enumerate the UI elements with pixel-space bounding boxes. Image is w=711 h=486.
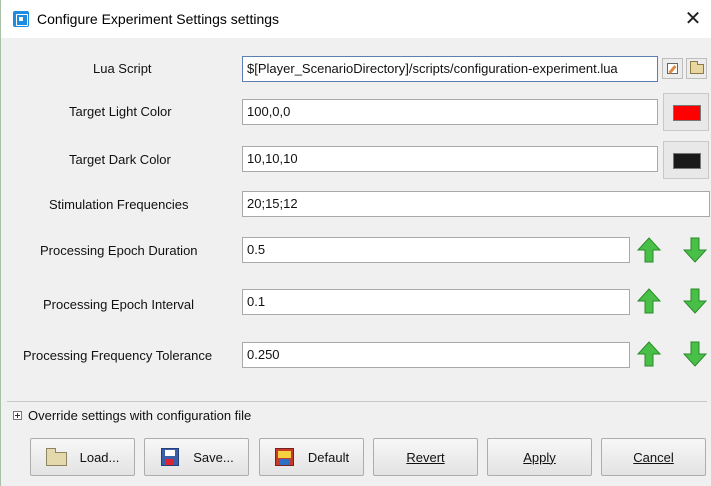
revert-button[interactable]: Revert [373,438,478,476]
target-light-color-label: Target Light Color [69,104,172,119]
divider [7,401,707,402]
increase-arrow-icon[interactable] [637,341,661,367]
load-button[interactable]: Load... [30,438,135,476]
revert-button-label: Revert [406,449,445,465]
lua-script-edit-button[interactable] [662,58,683,79]
save-button[interactable]: Save... [144,438,249,476]
target-light-color-input[interactable]: 100,0,0 [242,99,658,125]
increase-arrow-icon[interactable] [637,237,661,263]
override-settings-label: Override settings with configuration fil… [28,408,252,423]
target-light-color-picker-button[interactable] [663,93,709,131]
cancel-button-label: Cancel [633,449,674,465]
expand-plus-icon[interactable] [13,411,22,421]
apply-button[interactable]: Apply [487,438,592,476]
folder-icon [45,447,68,467]
edit-icon [667,63,678,74]
target-dark-color-picker-button[interactable] [663,141,709,179]
dialog-title: Configure Experiment Settings settings [37,11,280,27]
processing-epoch-duration-label: Processing Epoch Duration [40,243,198,258]
load-button-label: Load... [79,449,120,465]
lua-script-input[interactable]: $[Player_ScenarioDirectory]/scripts/conf… [242,56,658,82]
save-button-label: Save... [193,449,234,465]
lua-script-label: Lua Script [93,61,152,76]
processing-frequency-tolerance-input[interactable]: 0.250 [242,342,630,368]
folder-icon [690,61,704,74]
app-window-icon [13,11,29,27]
processing-epoch-interval-input[interactable]: 0.1 [242,289,630,315]
apply-button-label: Apply [523,449,556,465]
processing-epoch-interval-label: Processing Epoch Interval [43,297,195,312]
lua-script-browse-button[interactable] [686,58,707,79]
dark-color-swatch [673,153,701,169]
cancel-button[interactable]: Cancel [601,438,706,476]
processing-frequency-tolerance-label: Processing Frequency Tolerance [23,348,213,363]
override-settings-expander[interactable]: Override settings with configuration fil… [13,408,251,423]
title-bar: Configure Experiment Settings settings ✕ [1,0,711,38]
default-button-label: Default [307,449,350,465]
default-button[interactable]: Default [259,438,364,476]
light-color-swatch [673,105,701,121]
increase-arrow-icon[interactable] [637,288,661,314]
processing-epoch-duration-input[interactable]: 0.5 [242,237,630,263]
decrease-arrow-icon[interactable] [683,288,707,314]
decrease-arrow-icon[interactable] [683,341,707,367]
target-dark-color-input[interactable]: 10,10,10 [242,146,658,172]
stimulation-frequencies-label: Stimulation Frequencies [49,197,189,212]
default-settings-icon [274,447,296,467]
target-dark-color-label: Target Dark Color [69,152,171,167]
stimulation-frequencies-input[interactable]: 20;15;12 [242,191,710,217]
floppy-disk-icon [159,447,181,467]
close-button[interactable]: ✕ [680,6,706,32]
settings-dialog: Configure Experiment Settings settings ✕… [0,0,711,486]
decrease-arrow-icon[interactable] [683,237,707,263]
